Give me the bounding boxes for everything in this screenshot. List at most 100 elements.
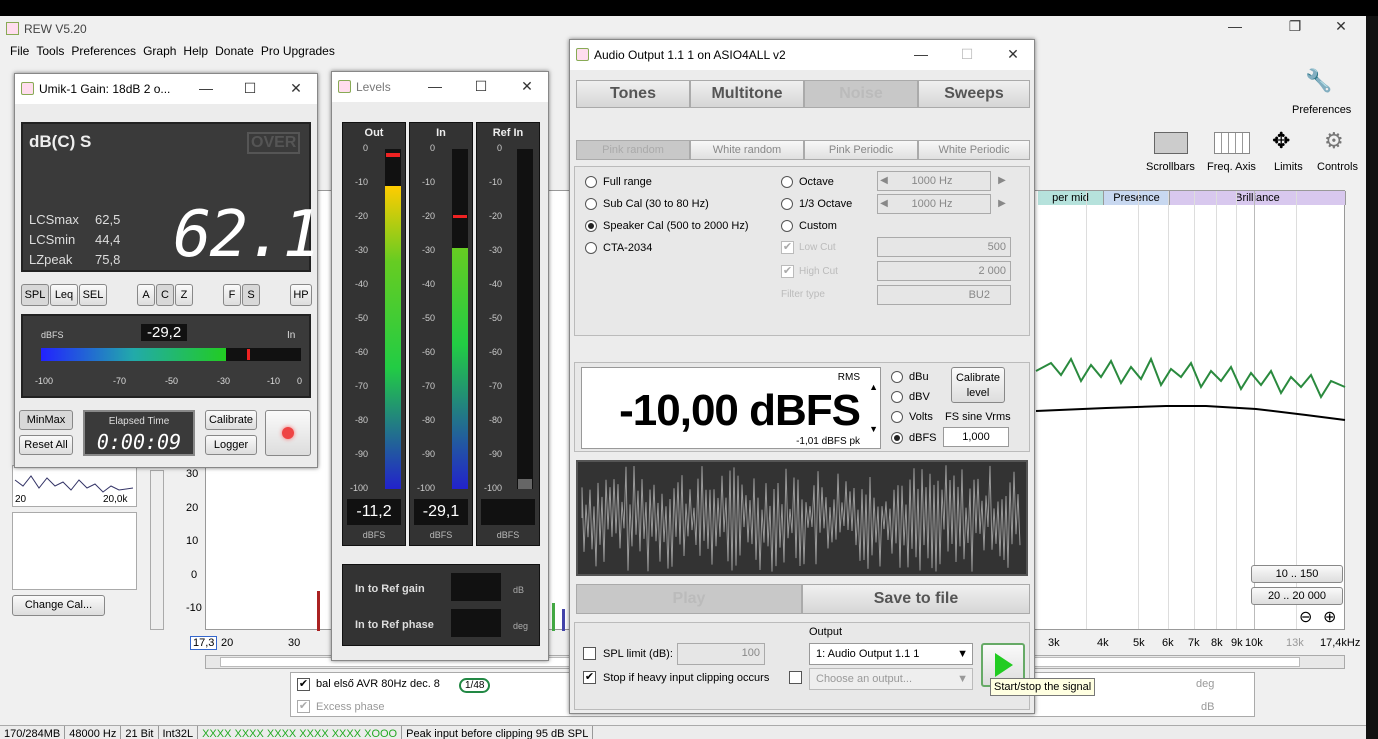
minimize-icon[interactable]: — — [906, 46, 936, 62]
maximize-icon[interactable]: ☐ — [235, 80, 265, 97]
save-to-file-button[interactable]: Save to file — [802, 584, 1030, 614]
maximize-icon[interactable]: ☐ — [466, 78, 496, 95]
tab-multitone[interactable]: Multitone — [690, 80, 804, 108]
freq-axis-icon[interactable] — [1214, 132, 1250, 154]
level-down-icon[interactable]: ▼ — [869, 424, 878, 434]
x-tick-start[interactable]: 17,3 — [190, 636, 218, 650]
z-weight-button[interactable]: Z — [175, 284, 193, 306]
subtab-pink-periodic[interactable]: Pink Periodic — [804, 140, 918, 160]
radio-sub-cal[interactable] — [585, 198, 597, 210]
freq-axis-label[interactable]: Freq. Axis — [1207, 161, 1256, 173]
restore-icon[interactable]: ❐ — [1280, 18, 1310, 35]
excess-phase-checkbox[interactable]: ✔ — [297, 700, 310, 713]
menu-tools[interactable]: Tools — [36, 44, 64, 58]
prev-arrow-icon[interactable]: ◀ — [877, 194, 891, 214]
tab-noise[interactable]: Noise — [804, 80, 918, 108]
measurement-checkbox[interactable]: ✔ — [297, 678, 310, 691]
spl-mode: dB(C) S — [29, 132, 92, 151]
smoothing-badge[interactable]: 1/48 — [459, 678, 491, 693]
reset-all-button[interactable]: Reset All — [19, 435, 73, 455]
radio-third-octave[interactable] — [781, 198, 793, 210]
fs-sine-field[interactable]: 1,000 — [943, 427, 1009, 447]
octave-freq-select[interactable]: 1000 Hz — [877, 171, 991, 191]
tab-sweeps[interactable]: Sweeps — [918, 80, 1030, 108]
stop-clip-checkbox[interactable]: ✔ — [583, 671, 596, 684]
output-select[interactable]: 1: Audio Output 1.1 1 ▼ — [809, 643, 973, 665]
menu-pro-upgrades[interactable]: Pro Upgrades — [261, 44, 335, 58]
change-cal-button[interactable]: Change Cal... — [12, 595, 105, 616]
range-20-20000-button[interactable]: 20 .. 20 000 — [1251, 587, 1343, 605]
radio-dbfs[interactable] — [891, 432, 903, 444]
calibrate-button[interactable]: Calibrate — [205, 410, 257, 430]
slow-button[interactable]: S — [242, 284, 260, 306]
close-icon[interactable]: ✕ — [512, 78, 542, 95]
menu-file[interactable]: File — [10, 44, 29, 58]
second-output-select[interactable]: Choose an output... ▼ — [809, 668, 973, 690]
zoom-out-icon[interactable]: ⊖ — [1299, 607, 1312, 627]
radio-volts[interactable] — [891, 411, 903, 423]
c-weight-button[interactable]: C — [156, 284, 174, 306]
generator-title: Audio Output 1.1 1 on ASIO4ALL v2 — [594, 48, 786, 62]
close-icon[interactable]: ✕ — [1326, 18, 1356, 35]
subtab-white-random[interactable]: White random — [690, 140, 804, 160]
high-cut-field[interactable]: 2 000 — [877, 261, 1011, 281]
range-10-150-button[interactable]: 10 .. 150 — [1251, 565, 1343, 583]
menu-help[interactable]: Help — [183, 44, 208, 58]
next-arrow-icon[interactable]: ▶ — [995, 171, 1009, 191]
record-button[interactable] — [265, 410, 311, 456]
hp-button[interactable]: HP — [290, 284, 312, 306]
high-cut-checkbox[interactable]: ✔ — [781, 265, 794, 278]
radio-custom[interactable] — [781, 220, 793, 232]
minimize-icon[interactable]: — — [1220, 18, 1250, 34]
spl-limit-checkbox[interactable] — [583, 647, 596, 660]
minmax-button[interactable]: MinMax — [19, 410, 73, 430]
subtab-white-periodic[interactable]: White Periodic — [918, 140, 1030, 160]
status-bits: 21 Bit — [121, 726, 159, 739]
sel-button[interactable]: SEL — [79, 284, 107, 306]
leq-button[interactable]: Leq — [50, 284, 78, 306]
close-icon[interactable]: ✕ — [998, 46, 1028, 63]
controls-label[interactable]: Controls — [1317, 161, 1358, 173]
prev-arrow-icon[interactable]: ◀ — [877, 171, 891, 191]
gear-icon[interactable]: ⚙ — [1324, 128, 1344, 154]
radio-full-range[interactable] — [585, 176, 597, 188]
radio-speaker-cal[interactable] — [585, 220, 597, 232]
third-octave-freq-select[interactable]: 1000 Hz — [877, 194, 991, 214]
wrench-icon[interactable]: 🔧 — [1305, 68, 1332, 94]
menu-donate[interactable]: Donate — [215, 44, 254, 58]
level-up-icon[interactable]: ▲ — [869, 382, 878, 392]
tab-tones[interactable]: Tones — [576, 80, 690, 108]
close-icon[interactable]: ✕ — [281, 80, 311, 97]
minimize-icon[interactable]: — — [420, 78, 450, 94]
measurement-name[interactable]: bal első AVR 80Hz dec. 8 — [316, 678, 440, 690]
scrollbars-label[interactable]: Scrollbars — [1146, 161, 1195, 173]
subtab-pink-random[interactable]: Pink random — [576, 140, 690, 160]
calibrate-level-button[interactable]: Calibrate level — [951, 367, 1005, 403]
low-cut-field[interactable]: 500 — [877, 237, 1011, 257]
low-cut-checkbox[interactable]: ✔ — [781, 241, 794, 254]
radio-dbu[interactable] — [891, 371, 903, 383]
a-weight-button[interactable]: A — [137, 284, 155, 306]
preferences-label[interactable]: Preferences — [1292, 104, 1351, 116]
radio-octave[interactable] — [781, 176, 793, 188]
limits-label[interactable]: Limits — [1274, 161, 1303, 173]
menu-graph[interactable]: Graph — [143, 44, 176, 58]
filter-type-select[interactable]: BU2 — [877, 285, 1011, 305]
fast-button[interactable]: F — [223, 284, 241, 306]
next-arrow-icon[interactable]: ▶ — [995, 194, 1009, 214]
maximize-icon[interactable]: ☐ — [952, 46, 982, 63]
logger-button[interactable]: Logger — [205, 435, 257, 455]
minimize-icon[interactable]: — — [191, 80, 221, 96]
radio-dbv[interactable] — [891, 391, 903, 403]
play-button[interactable]: Play — [576, 584, 802, 614]
spl-button[interactable]: SPL — [21, 284, 49, 306]
vertical-scrollbar[interactable] — [150, 470, 164, 630]
scrollbars-icon[interactable] — [1154, 132, 1188, 154]
zoom-in-icon[interactable]: ⊕ — [1323, 607, 1336, 627]
radio-cta-2034[interactable] — [585, 242, 597, 254]
menu-preferences[interactable]: Preferences — [71, 44, 136, 58]
level-display[interactable]: RMS -10,00 dBFS -1,01 dBFS pk ▲ ▼ — [581, 367, 881, 449]
second-output-checkbox[interactable] — [789, 671, 802, 684]
spl-limit-field[interactable]: 100 — [677, 643, 765, 665]
limits-icon[interactable]: ✥ — [1272, 128, 1290, 154]
